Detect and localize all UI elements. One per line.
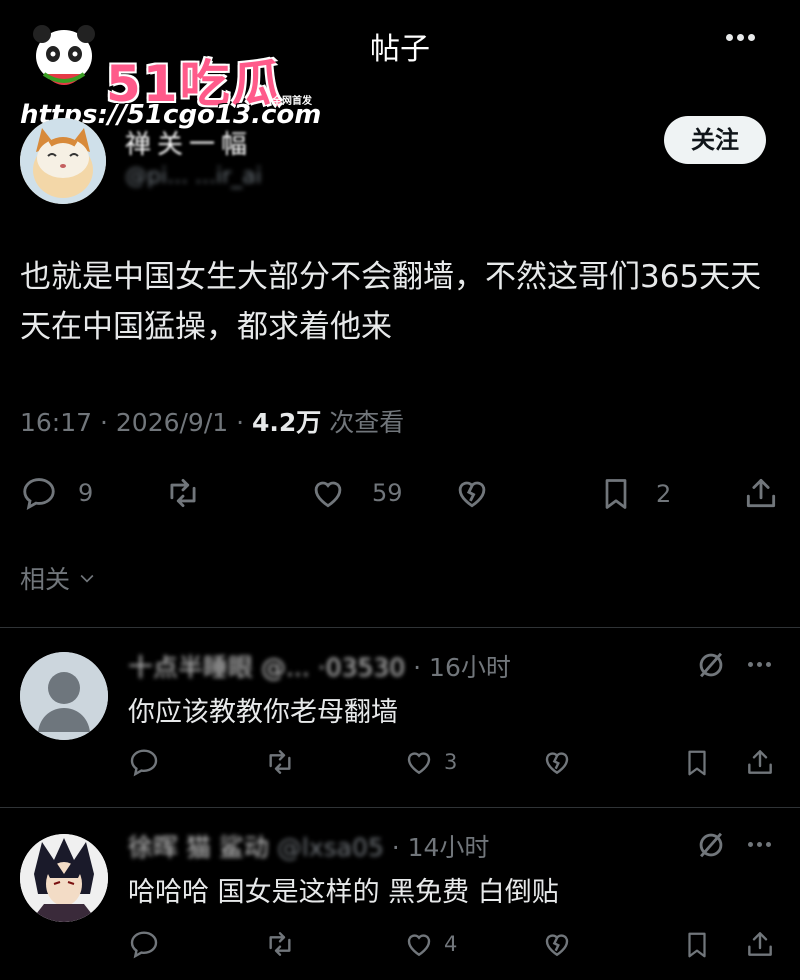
reply-handle[interactable]: @lxsa05 xyxy=(269,833,384,862)
reply-share-button[interactable] xyxy=(744,746,776,778)
reply-like-count: 4 xyxy=(444,932,458,956)
reply-more-button[interactable] xyxy=(746,652,773,671)
post-time: 16:17 · 2026/9/1 · xyxy=(20,408,253,437)
reply-dislike-button[interactable] xyxy=(540,928,574,960)
follow-button[interactable]: 关注 xyxy=(664,116,766,164)
reply-header: 十点半睡眼 @... ·03530 · 16小时 xyxy=(128,648,511,684)
chevron-down-icon xyxy=(80,574,94,583)
grok-icon xyxy=(699,652,723,678)
reply-bookmark-button[interactable] xyxy=(682,928,712,962)
dislike-button[interactable] xyxy=(452,474,492,512)
related-label: 相关 xyxy=(20,565,71,594)
reply-repost-button[interactable] xyxy=(262,928,298,960)
heart-icon xyxy=(407,752,431,775)
heart-icon xyxy=(407,934,431,957)
watermark-logo: 51吃瓜 全网首发 https://51cgo13.com xyxy=(10,14,330,130)
like-button[interactable]: 59 xyxy=(308,474,403,512)
reply-bookmark-button[interactable] xyxy=(682,746,712,780)
view-count: 4.2万 xyxy=(252,408,322,437)
reply-like-button[interactable]: 3 xyxy=(402,746,457,778)
reply-text: 哈哈哈 国女是这样的 黑免费 白倒贴 xyxy=(128,877,559,908)
repost-icon xyxy=(170,478,196,508)
reply-author[interactable]: 十点半睡眼 @... ·03530 xyxy=(128,653,405,682)
more-options-button[interactable] xyxy=(724,26,764,56)
reply-more-button[interactable] xyxy=(746,832,773,851)
reply-like-button[interactable]: 4 xyxy=(402,928,457,960)
reply-dislike-button[interactable] xyxy=(540,746,574,778)
repost-icon xyxy=(269,750,291,774)
view-suffix: 次查看 xyxy=(321,408,405,437)
reply-share-button[interactable] xyxy=(744,928,776,960)
anime-avatar-icon xyxy=(20,834,108,922)
reply-repost-button[interactable] xyxy=(262,746,298,778)
reply-count: 9 xyxy=(78,479,94,507)
reply-text: 你应该教教你老母翻墙 xyxy=(128,697,398,728)
reply-reply-button[interactable] xyxy=(128,746,160,778)
post-text: 也就是中国女生大部分不会翻墙，不然这哥们365天天天在中国猛操，都求着他来 xyxy=(20,259,762,345)
reply-author[interactable]: 徐晖 猫 鲨动 xyxy=(128,833,269,862)
author-avatar[interactable] xyxy=(20,118,106,204)
author-handle[interactable]: @pi... ...ir_ai xyxy=(125,164,262,189)
bookmark-count: 2 xyxy=(656,480,672,508)
reply-time: · 16小时 xyxy=(405,653,511,682)
broken-heart-icon xyxy=(458,481,486,508)
divider xyxy=(0,807,800,808)
repost-button[interactable] xyxy=(162,474,204,512)
share-icon xyxy=(748,932,772,956)
post-meta: 16:17 · 2026/9/1 · 4.2万 次查看 xyxy=(20,403,404,439)
reply-icon xyxy=(130,931,158,959)
bookmark-button[interactable]: 2 xyxy=(598,474,671,514)
repost-icon xyxy=(269,932,291,956)
broken-heart-icon xyxy=(545,934,569,957)
reply-header: 徐晖 猫 鲨动 @lxsa05 · 14小时 xyxy=(128,828,489,864)
like-count: 59 xyxy=(372,479,403,507)
author-name[interactable]: 禅关一幅 xyxy=(125,124,253,161)
grok-button[interactable] xyxy=(694,828,728,866)
reply-icon xyxy=(130,749,158,777)
reply-avatar-default[interactable] xyxy=(20,652,108,740)
reply-avatar-anime[interactable] xyxy=(20,834,108,922)
share-icon xyxy=(746,478,776,508)
default-user-icon xyxy=(20,652,108,740)
reply-button[interactable]: 9 xyxy=(20,474,93,512)
share-button[interactable] xyxy=(742,474,780,512)
reply-time: · 14小时 xyxy=(383,833,490,862)
broken-heart-icon xyxy=(545,752,569,775)
reply-like-count: 3 xyxy=(444,750,458,774)
panda-mascot-icon xyxy=(33,25,95,85)
cat-avatar-icon xyxy=(20,118,106,204)
share-icon xyxy=(748,750,772,774)
divider xyxy=(0,627,800,628)
grok-button[interactable] xyxy=(694,648,728,686)
reply-icon xyxy=(23,478,55,511)
related-toggle[interactable]: 相关 xyxy=(20,560,100,596)
bookmark-icon xyxy=(605,479,627,509)
reply-reply-button[interactable] xyxy=(128,928,160,960)
grok-icon xyxy=(699,832,723,858)
bookmark-icon xyxy=(688,932,706,958)
heart-icon xyxy=(314,481,342,508)
bookmark-icon xyxy=(688,750,706,776)
